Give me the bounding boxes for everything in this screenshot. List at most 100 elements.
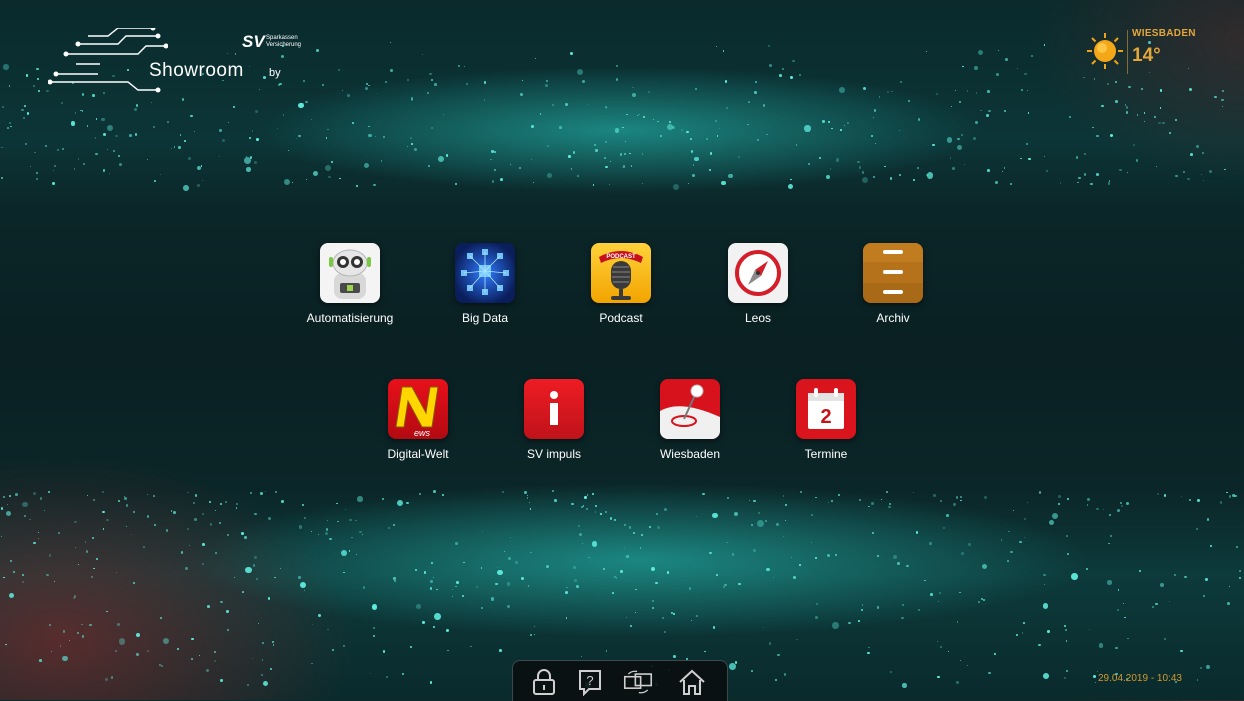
glitter-dot	[521, 576, 525, 580]
glitter-dot	[1027, 89, 1029, 91]
glitter-dot	[1221, 98, 1224, 102]
glitter-dot	[392, 523, 396, 527]
glitter-dot	[115, 650, 118, 653]
app-big-data[interactable]: Big Data	[425, 243, 545, 325]
glitter-dot	[1160, 107, 1162, 109]
glitter-dot	[442, 494, 444, 496]
glitter-dot	[570, 168, 573, 171]
app-sv-impuls[interactable]: SV impuls	[494, 379, 614, 461]
lock-button[interactable]	[529, 667, 559, 697]
glitter-dot	[187, 527, 190, 530]
glitter-dot	[348, 518, 352, 522]
glitter-dot	[1084, 173, 1087, 176]
glitter-dot	[251, 130, 254, 132]
glitter-dot	[330, 160, 334, 164]
glitter-dot	[890, 90, 893, 93]
app-archiv[interactable]: Archiv	[833, 243, 953, 325]
glitter-dot	[656, 513, 659, 516]
glitter-dot	[768, 64, 772, 67]
glitter-dot	[725, 107, 729, 110]
glitter-dot	[132, 581, 135, 584]
glitter-dot	[466, 82, 469, 85]
glitter-dot	[30, 166, 32, 168]
app-automatisierung[interactable]: Automatisierung	[290, 243, 410, 325]
glitter-dot	[409, 646, 412, 649]
glitter-dot	[1077, 181, 1079, 183]
glitter-dot	[245, 566, 252, 574]
glitter-dot	[409, 136, 412, 139]
weather-widget[interactable]: WIESBADEN 14°	[1086, 28, 1206, 82]
glitter-dot	[347, 94, 351, 97]
glitter-dot	[1012, 509, 1014, 512]
home-button[interactable]	[677, 667, 707, 697]
glitter-dot	[249, 137, 252, 140]
glitter-dot	[1075, 156, 1079, 159]
glitter-dot	[201, 513, 204, 515]
glitter-dot	[115, 134, 118, 137]
glitter-dot	[1205, 578, 1208, 581]
glitter-dot	[648, 525, 651, 528]
glitter-dot	[356, 554, 358, 556]
glitter-dot	[118, 162, 122, 166]
glitter-dot	[889, 503, 891, 506]
glitter-dot	[410, 97, 414, 100]
glitter-dot	[202, 543, 205, 546]
glitter-dot	[582, 505, 585, 508]
glitter-dot	[968, 543, 971, 547]
switch-screens-button[interactable]	[623, 667, 653, 697]
app-digital-welt[interactable]: ews Digital-Welt	[358, 379, 478, 461]
glitter-dot	[1128, 85, 1131, 89]
glitter-dot	[462, 561, 465, 564]
glitter-dot	[151, 102, 153, 104]
microphone-icon: PODCAST	[591, 243, 651, 303]
glitter-dot	[35, 171, 39, 175]
glitter-dot	[312, 170, 318, 177]
glitter-dot	[929, 593, 933, 597]
glitter-dot	[401, 672, 405, 676]
glitter-dot	[747, 123, 749, 126]
glitter-dot	[1156, 492, 1160, 496]
glitter-dot	[135, 633, 140, 638]
app-wiesbaden[interactable]: Wiesbaden	[630, 379, 750, 461]
glitter-dot	[664, 508, 668, 512]
help-button[interactable]: ?	[575, 667, 605, 697]
glitter-dot	[574, 579, 578, 582]
glitter-dot	[709, 168, 712, 171]
glitter-dot	[1109, 133, 1114, 138]
glitter-dot	[68, 640, 71, 642]
glitter-dot	[688, 587, 692, 590]
glitter-dot	[496, 566, 498, 569]
glitter-dot	[136, 104, 139, 107]
glitter-dot	[782, 495, 784, 497]
glitter-dot	[959, 591, 961, 593]
glitter-dot	[310, 530, 313, 533]
glitter-dot	[694, 87, 698, 91]
app-leos[interactable]: Leos	[698, 243, 818, 325]
app-label: Digital-Welt	[387, 447, 449, 461]
glitter-dot	[832, 622, 839, 629]
glitter-dot	[765, 519, 768, 522]
app-podcast[interactable]: PODCAST Podcast	[561, 243, 681, 325]
glitter-dot	[772, 576, 775, 579]
glitter-dot	[93, 498, 96, 501]
glitter-dot	[1083, 76, 1085, 79]
glitter-dot	[274, 576, 276, 579]
glitter-dot	[1042, 673, 1049, 680]
glitter-dot	[52, 169, 55, 172]
glitter-dot	[1057, 502, 1061, 506]
glitter-dot	[131, 533, 133, 536]
glitter-dot	[728, 173, 734, 179]
glitter-dot	[985, 113, 989, 117]
glitter-dot	[392, 577, 396, 581]
glitter-dot	[634, 612, 636, 614]
glitter-dot	[533, 625, 536, 628]
glitter-dot	[1108, 180, 1111, 183]
glitter-dot	[766, 134, 768, 136]
glitter-dot	[828, 501, 830, 503]
glitter-dot	[1184, 575, 1187, 578]
glitter-dot	[747, 100, 750, 103]
glitter-dot	[190, 637, 194, 641]
glitter-dot	[298, 576, 301, 579]
glitter-dot	[386, 676, 389, 678]
app-termine[interactable]: 2 Termine	[766, 379, 886, 461]
